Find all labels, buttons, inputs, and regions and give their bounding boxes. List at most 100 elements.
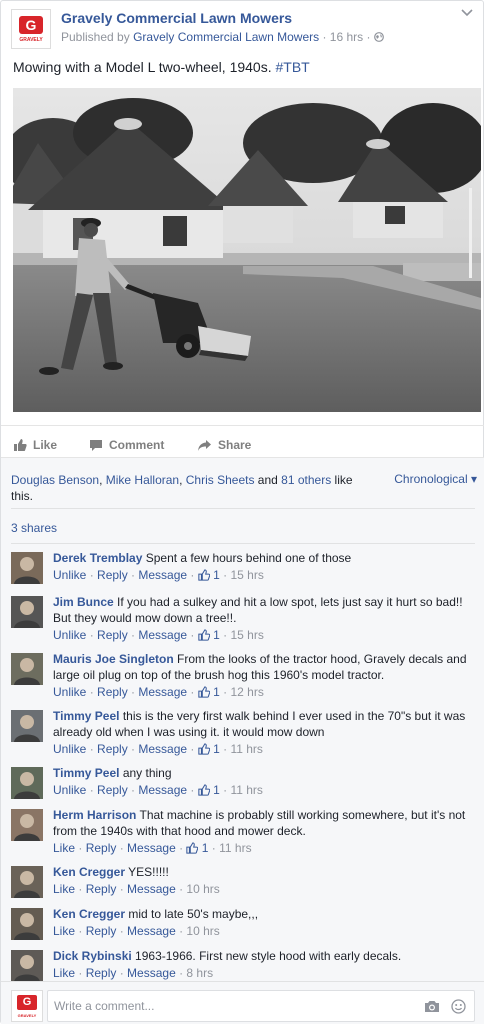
comment-message-link[interactable]: Message bbox=[138, 568, 187, 582]
comment-time[interactable]: 10 hrs bbox=[186, 882, 219, 896]
likes-summary: Douglas Benson, Mike Halloran, Chris She… bbox=[11, 472, 371, 504]
comment-like-toggle[interactable]: Unlike bbox=[53, 628, 86, 642]
commenter-name-link[interactable]: Mauris Joe Singleton bbox=[53, 652, 174, 666]
like-button[interactable]: Like bbox=[13, 438, 57, 452]
commenter-name-link[interactable]: Ken Cregger bbox=[53, 907, 125, 921]
comment-time[interactable]: 11 hrs bbox=[230, 742, 262, 756]
footer-dot: · bbox=[86, 568, 98, 582]
footer-dot: · bbox=[175, 924, 187, 938]
comment-like-toggle[interactable]: Like bbox=[53, 841, 75, 855]
hashtag-link[interactable]: #TBT bbox=[276, 59, 310, 75]
comment-reply-link[interactable]: Reply bbox=[97, 628, 128, 642]
profile-photo-icon bbox=[11, 908, 43, 940]
commenter-avatar[interactable] bbox=[11, 866, 43, 898]
liker-2[interactable]: Mike Halloran bbox=[106, 473, 179, 487]
commenter-avatar[interactable] bbox=[11, 710, 43, 742]
comment-likes-count[interactable]: 1 bbox=[198, 742, 220, 756]
comment-message-link[interactable]: Message bbox=[138, 685, 187, 699]
footer-dot: · bbox=[219, 568, 231, 582]
comment-likes-count[interactable]: 1 bbox=[198, 783, 220, 797]
comment-like-toggle[interactable]: Unlike bbox=[53, 685, 86, 699]
comment-text: mid to late 50's maybe,,, bbox=[128, 907, 259, 921]
commenter-name-link[interactable]: Timmy Peel bbox=[53, 709, 119, 723]
comment-message-link[interactable]: Message bbox=[138, 628, 187, 642]
footer-dot: · bbox=[187, 568, 198, 582]
published-by-link[interactable]: Gravely Commercial Lawn Mowers bbox=[133, 30, 319, 44]
comment-likes-count[interactable]: 1 bbox=[186, 841, 208, 855]
like-thumb-icon bbox=[186, 842, 199, 854]
commenter-avatar[interactable] bbox=[11, 950, 43, 982]
comment-likes-count[interactable]: 1 bbox=[198, 628, 220, 642]
commenter-avatar[interactable] bbox=[11, 552, 43, 584]
comment-message-link[interactable]: Message bbox=[127, 924, 176, 938]
comment-text-block: Derek Tremblay Spent a few hours behind … bbox=[53, 550, 473, 566]
comment-reply-link[interactable]: Reply bbox=[97, 685, 128, 699]
comment-like-toggle[interactable]: Unlike bbox=[53, 568, 86, 582]
post-photo[interactable] bbox=[13, 88, 481, 412]
likes-number: 1 bbox=[213, 783, 220, 797]
commenter-name-link[interactable]: Dick Rybinski bbox=[53, 949, 132, 963]
comment-reply-link[interactable]: Reply bbox=[97, 742, 128, 756]
footer-dot: · bbox=[219, 628, 231, 642]
commenter-avatar[interactable] bbox=[11, 653, 43, 685]
commenter-name-link[interactable]: Jim Bunce bbox=[53, 595, 114, 609]
emoji-icon[interactable] bbox=[451, 999, 466, 1014]
comment-like-toggle[interactable]: Like bbox=[53, 924, 75, 938]
divider bbox=[11, 508, 475, 509]
comment-time[interactable]: 15 hrs bbox=[230, 568, 263, 582]
shares-link[interactable]: 3 shares bbox=[11, 521, 57, 535]
comment-text-block: Mauris Joe Singleton From the looks of t… bbox=[53, 651, 473, 683]
comment-message-link[interactable]: Message bbox=[127, 841, 176, 855]
comment-likes-count[interactable]: 1 bbox=[198, 568, 220, 582]
comment-like-toggle[interactable]: Unlike bbox=[53, 742, 86, 756]
comment-likes-count[interactable]: 1 bbox=[198, 685, 220, 699]
comment-like-toggle[interactable]: Like bbox=[53, 882, 75, 896]
page-name-link[interactable]: Gravely Commercial Lawn Mowers bbox=[61, 10, 292, 26]
share-button[interactable]: Share bbox=[197, 438, 251, 452]
comment-body: Derek Tremblay Spent a few hours behind … bbox=[53, 550, 473, 584]
comment-message-link[interactable]: Message bbox=[138, 783, 187, 797]
comment-time[interactable]: 15 hrs bbox=[230, 628, 263, 642]
comment-like-toggle[interactable]: Unlike bbox=[53, 783, 86, 797]
liker-1[interactable]: Douglas Benson bbox=[11, 473, 99, 487]
comment-reply-link[interactable]: Reply bbox=[86, 924, 117, 938]
comment-time[interactable]: 10 hrs bbox=[186, 924, 219, 938]
post-header: G GRAVELY Gravely Commercial Lawn Mowers… bbox=[1, 1, 483, 51]
liker-3[interactable]: Chris Sheets bbox=[186, 473, 255, 487]
comment-time[interactable]: 8 hrs bbox=[186, 966, 213, 980]
page-avatar[interactable]: G GRAVELY bbox=[11, 9, 51, 49]
comment-sort-dropdown[interactable]: Chronological ▾ bbox=[394, 472, 477, 486]
comment-message-link[interactable]: Message bbox=[127, 882, 176, 896]
footer-dot: · bbox=[86, 742, 98, 756]
comment-time[interactable]: 12 hrs bbox=[230, 685, 263, 699]
comment-reply-link[interactable]: Reply bbox=[97, 568, 128, 582]
camera-icon[interactable] bbox=[424, 999, 440, 1013]
comment-like-toggle[interactable]: Like bbox=[53, 966, 75, 980]
profile-photo-icon bbox=[11, 653, 43, 685]
feedback-section: Douglas Benson, Mike Halloran, Chris She… bbox=[1, 457, 484, 1024]
comment-reply-link[interactable]: Reply bbox=[86, 966, 117, 980]
comment-message-link[interactable]: Message bbox=[138, 742, 187, 756]
comment-input[interactable] bbox=[54, 997, 394, 1015]
comment-message-link[interactable]: Message bbox=[127, 966, 176, 980]
commenter-avatar[interactable] bbox=[11, 809, 43, 841]
comment-reply-link[interactable]: Reply bbox=[97, 783, 128, 797]
commenter-name-link[interactable]: Herm Harrison bbox=[53, 808, 136, 822]
commenter-avatar[interactable] bbox=[11, 908, 43, 940]
post-time-link[interactable]: 16 hrs bbox=[330, 30, 363, 44]
comment-reply-link[interactable]: Reply bbox=[86, 882, 117, 896]
commenter-avatar[interactable] bbox=[11, 596, 43, 628]
comment-footer: Unlike · Reply · Message · 1 · 12 hrs bbox=[53, 683, 473, 701]
comment-reply-link[interactable]: Reply bbox=[86, 841, 117, 855]
chevron-down-icon bbox=[461, 9, 473, 17]
commenter-avatar[interactable] bbox=[11, 767, 43, 799]
comment-time[interactable]: 11 hrs bbox=[230, 783, 262, 797]
likers-others-link[interactable]: 81 others bbox=[281, 473, 331, 487]
comment-text: 1963-1966. First new style hood with ear… bbox=[135, 949, 402, 963]
post-options-chevron[interactable] bbox=[461, 9, 473, 19]
commenter-name-link[interactable]: Derek Tremblay bbox=[53, 551, 142, 565]
commenter-name-link[interactable]: Timmy Peel bbox=[53, 766, 119, 780]
comment-button[interactable]: Comment bbox=[89, 438, 164, 452]
comment-time[interactable]: 11 hrs bbox=[219, 841, 251, 855]
commenter-name-link[interactable]: Ken Cregger bbox=[53, 865, 125, 879]
